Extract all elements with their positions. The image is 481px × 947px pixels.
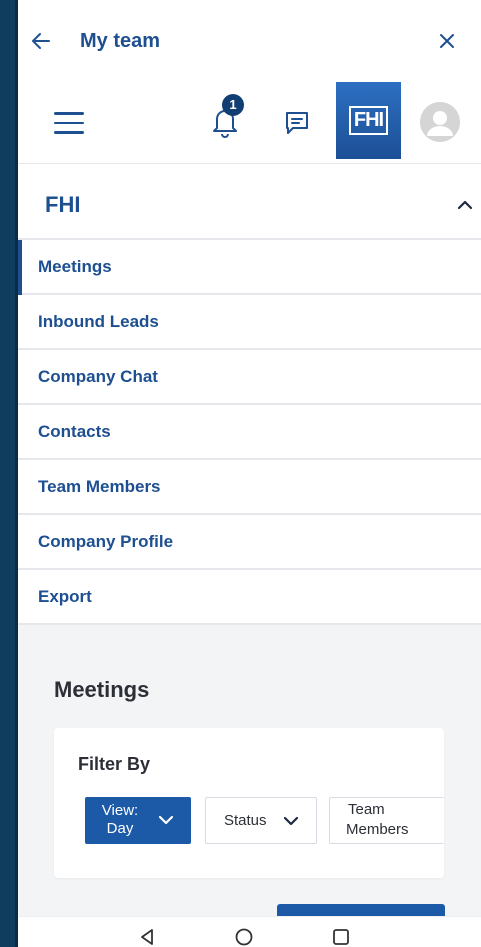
chevron-down-icon xyxy=(283,816,299,826)
circle-home-icon xyxy=(235,928,253,946)
team-panel: My team 1 FHI FHI Meetings Inbound Leads… xyxy=(18,0,481,947)
menu-item-company-profile[interactable]: Company Profile xyxy=(18,515,481,570)
system-recents-button[interactable] xyxy=(331,927,351,947)
page-title: My team xyxy=(80,30,161,52)
menu-item-inbound-leads[interactable]: Inbound Leads xyxy=(18,295,481,350)
user-avatar-icon xyxy=(420,102,460,142)
notifications-button[interactable]: 1 xyxy=(208,94,244,138)
team-members-filter-label: Team Members xyxy=(346,801,409,838)
notification-count-badge: 1 xyxy=(222,94,244,116)
arrow-left-icon xyxy=(32,33,50,49)
menu-item-meetings[interactable]: Meetings xyxy=(18,240,481,295)
menu-item-company-chat[interactable]: Company Chat xyxy=(18,350,481,405)
square-recents-icon xyxy=(333,929,349,945)
collapse-toggle[interactable] xyxy=(454,194,476,216)
menu-item-label: Company Profile xyxy=(38,532,174,551)
content-title: Meetings xyxy=(54,677,150,702)
company-section-header[interactable]: FHI xyxy=(18,164,481,240)
filter-label: Filter By xyxy=(78,754,151,774)
chevron-down-icon xyxy=(158,815,174,825)
panel-header: My team xyxy=(18,0,481,80)
chevron-up-icon xyxy=(457,200,473,210)
menu-item-team-members[interactable]: Team Members xyxy=(18,460,481,515)
app-side-strip xyxy=(0,0,18,947)
view-filter-label: View: Day xyxy=(101,802,139,837)
company-logo-button[interactable]: FHI xyxy=(336,82,401,159)
chat-button[interactable] xyxy=(282,108,312,138)
company-name: FHI xyxy=(45,192,81,217)
menu-item-label: Meetings xyxy=(38,257,112,276)
company-menu: Meetings Inbound Leads Company Chat Cont… xyxy=(18,240,481,625)
close-button[interactable] xyxy=(436,30,458,52)
hamburger-icon xyxy=(54,112,84,115)
menu-item-contacts[interactable]: Contacts xyxy=(18,405,481,460)
system-navigation-bar xyxy=(18,916,481,947)
meetings-content: Meetings Filter By View: Day Status Team… xyxy=(18,625,481,934)
menu-item-label: Export xyxy=(38,587,92,606)
company-logo: FHI xyxy=(348,106,389,135)
close-icon xyxy=(440,34,454,48)
team-members-filter-dropdown[interactable]: Team Members xyxy=(329,797,444,844)
status-filter-dropdown[interactable]: Status xyxy=(205,797,317,844)
filter-card: Filter By View: Day Status Team Members xyxy=(54,728,444,878)
system-back-button[interactable] xyxy=(137,927,157,947)
chat-icon xyxy=(286,112,308,134)
back-button[interactable] xyxy=(30,30,52,52)
system-home-button[interactable] xyxy=(234,927,254,947)
menu-item-label: Contacts xyxy=(38,422,111,441)
view-filter-dropdown[interactable]: View: Day xyxy=(85,797,191,844)
user-avatar-button[interactable] xyxy=(420,102,460,142)
menu-item-label: Company Chat xyxy=(38,367,158,386)
menu-item-label: Team Members xyxy=(38,477,161,496)
top-toolbar: 1 FHI xyxy=(18,80,481,164)
status-filter-label: Status xyxy=(224,812,267,829)
triangle-back-icon xyxy=(141,929,153,945)
hamburger-menu-button[interactable] xyxy=(54,112,84,134)
menu-item-label: Inbound Leads xyxy=(38,312,159,331)
menu-item-export[interactable]: Export xyxy=(18,570,481,625)
